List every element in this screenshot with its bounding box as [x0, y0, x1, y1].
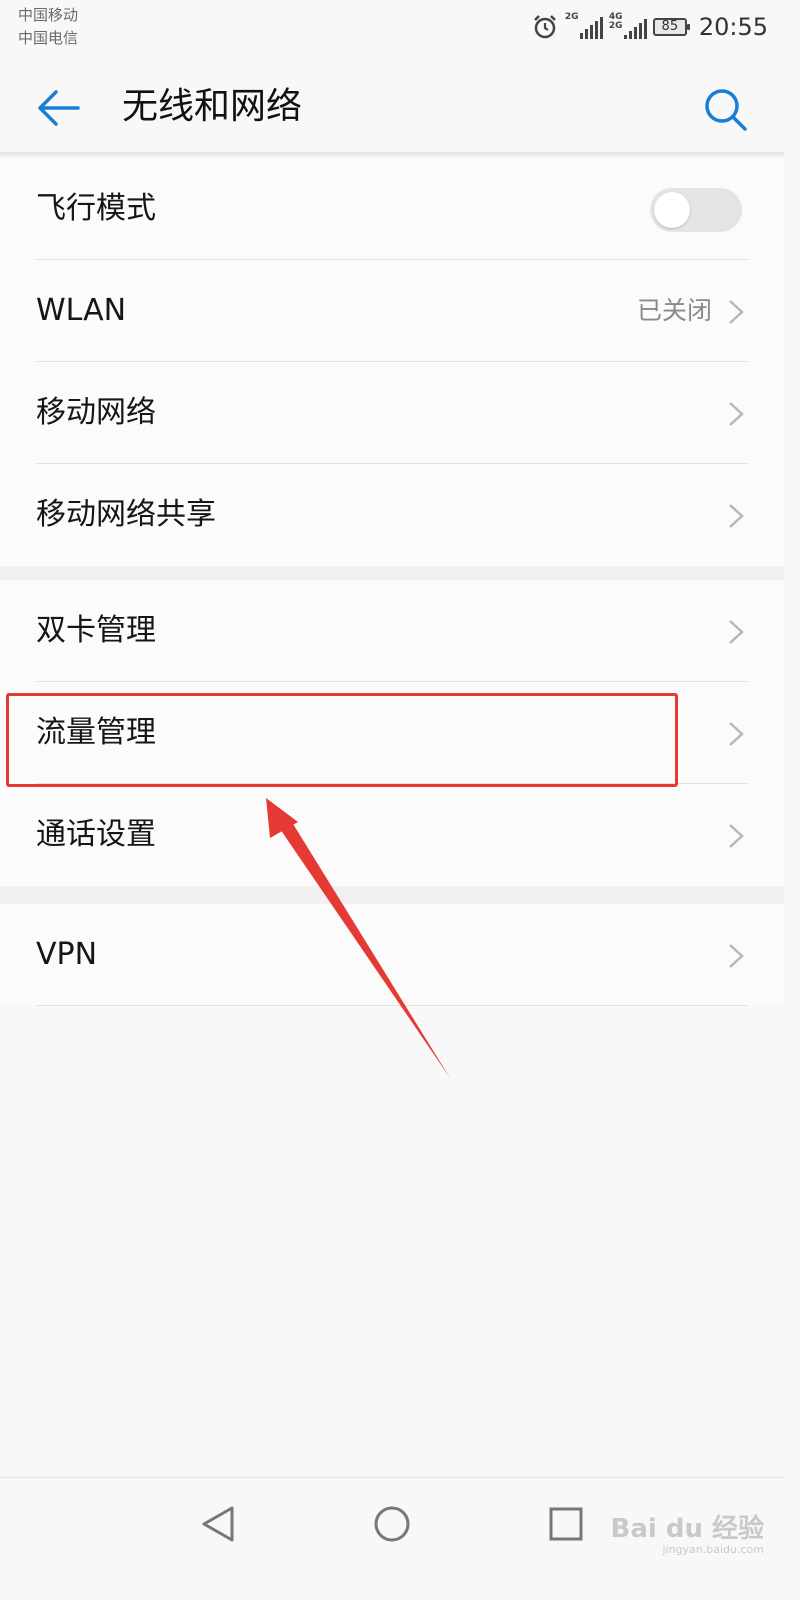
row-label: 通话设置 — [36, 817, 156, 852]
chevron-right-icon — [729, 300, 744, 324]
settings-group-connectivity: 飞行模式 WLAN 已关闭 移动网络 移动网络共享 — [0, 158, 784, 566]
chevron-right-icon — [729, 402, 744, 426]
row-label: 移动网络共享 — [36, 497, 216, 532]
app-bar: 无线和网络 — [0, 56, 784, 154]
search-button[interactable] — [696, 80, 756, 140]
settings-group-vpn: VPN — [0, 904, 784, 1006]
row-label: VPN — [36, 937, 98, 972]
search-icon — [705, 89, 747, 131]
chevron-right-icon — [729, 824, 744, 848]
watermark-brand: Bai du 经验 — [610, 1514, 765, 1544]
row-label: 移动网络 — [36, 395, 156, 430]
row-vpn[interactable]: VPN — [0, 904, 784, 1006]
divider — [36, 1005, 748, 1006]
nav-back-button[interactable] — [190, 1496, 246, 1552]
airplane-mode-toggle[interactable] — [650, 188, 742, 232]
group-separator — [0, 886, 784, 904]
chevron-right-icon — [729, 504, 744, 528]
group-separator — [0, 566, 784, 580]
system-nav-bar: Bai du 经验 jingyan.baidu.com — [0, 1477, 784, 1568]
row-airplane-mode[interactable]: 飞行模式 — [0, 158, 784, 260]
arrow-left-icon — [38, 90, 80, 126]
carrier-2: 中国电信 — [18, 29, 79, 47]
row-label: WLAN — [36, 293, 127, 328]
carrier-1: 中国移动 — [18, 6, 79, 24]
row-tethering[interactable]: 移动网络共享 — [0, 464, 784, 566]
status-indicators: 2G 4G 2G 85 20:55 — [531, 10, 768, 44]
chevron-right-icon — [729, 944, 744, 968]
battery-icon: 85 — [652, 18, 690, 36]
watermark-url: jingyan.baidu.com — [662, 1543, 764, 1556]
circle-home-icon — [374, 1506, 410, 1542]
nav-home-button[interactable] — [364, 1496, 420, 1552]
sim1-signal-icon: 2G — [565, 13, 603, 41]
highlight-box — [6, 693, 678, 787]
chevron-right-icon — [729, 722, 744, 746]
watermark: Bai du 经验 jingyan.baidu.com — [611, 1508, 765, 1556]
row-dual-sim[interactable]: 双卡管理 — [0, 580, 784, 682]
row-mobile-network[interactable]: 移动网络 — [0, 362, 784, 464]
triangle-back-icon — [202, 1506, 234, 1542]
sim2-signal-icon: 4G 2G — [609, 13, 647, 41]
status-bar: 中国移动 中国电信 2G 4G 2G 85 20:55 — [0, 0, 784, 56]
nav-recents-button[interactable] — [538, 1496, 594, 1552]
alarm-icon — [533, 15, 556, 39]
clock: 20:55 — [698, 13, 768, 41]
carrier-info: 中国移动 中国电信 — [18, 4, 78, 50]
row-label: 双卡管理 — [36, 613, 156, 648]
row-wlan[interactable]: WLAN 已关闭 — [0, 260, 784, 362]
row-label: 飞行模式 — [36, 191, 156, 226]
row-call-settings[interactable]: 通话设置 — [0, 784, 784, 886]
wlan-status: 已关闭 — [636, 296, 712, 325]
toggle-knob — [654, 192, 690, 228]
square-recents-icon — [549, 1507, 583, 1541]
chevron-right-icon — [729, 620, 744, 644]
back-button[interactable] — [28, 78, 88, 138]
page-title: 无线和网络 — [122, 86, 303, 127]
